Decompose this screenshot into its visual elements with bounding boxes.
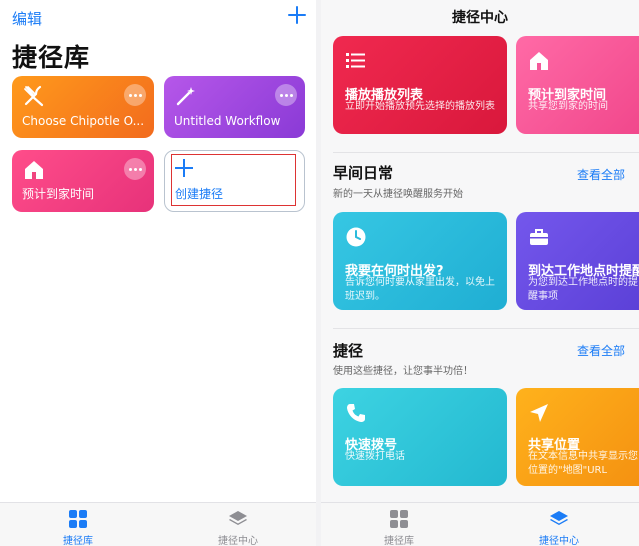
shortcut-card-chipotle[interactable]: Choose Chipotle O... — [12, 76, 154, 138]
page-title: 捷径库 — [12, 43, 91, 72]
gallery-card-play-playlist[interactable]: 播放播放列表 立即开始播放预先选择的播放列表 — [333, 36, 507, 134]
section-title: 捷径 — [333, 342, 364, 360]
section-subtitle: 新的一天从捷径唤醒服务开始 — [333, 189, 463, 200]
tab-bar: 捷径库 捷径中心 — [321, 502, 639, 546]
gallery-card-description: 共享您到家的时间 — [528, 101, 608, 112]
gallery-card-description: 告诉您何时要从家里出发，以免上班迟到。 — [345, 277, 495, 302]
gallery-card-description: 在文本信息中共享显示您位置的"地图"URL — [528, 451, 638, 476]
phone-icon — [347, 404, 365, 422]
tab-library[interactable]: 捷径库 — [359, 509, 439, 546]
tab-label: 捷径中心 — [539, 536, 579, 546]
layers-icon — [229, 511, 247, 525]
create-shortcut-label: 创建捷径 — [175, 187, 224, 201]
gallery-card-when-to-leave[interactable]: 我要在何时出发? 告诉您何时要从家里出发，以免上班迟到。 — [333, 212, 507, 310]
more-options-button[interactable] — [124, 84, 146, 106]
home-icon — [25, 161, 43, 179]
gallery-card-description: 立即开始播放预先选择的播放列表 — [345, 101, 495, 112]
home-icon — [530, 52, 548, 70]
layers-icon — [550, 511, 568, 525]
tab-label: 捷径中心 — [218, 536, 258, 546]
tab-label: 捷径库 — [384, 536, 414, 546]
shortcut-card-untitled-workflow[interactable]: Untitled Workflow — [164, 76, 305, 138]
briefcase-icon — [530, 229, 548, 245]
gallery-card-arrive-work-reminder[interactable]: 到达工作地点时提醒 为您到达工作地点时的提醒事项 — [516, 212, 639, 310]
tab-gallery[interactable]: 捷径中心 — [198, 509, 278, 546]
gallery-card-share-location[interactable]: 共享位置 在文本信息中共享显示您位置的"地图"URL — [516, 388, 639, 486]
plus-icon — [175, 159, 193, 177]
utensils-icon — [24, 85, 44, 107]
more-options-button[interactable] — [275, 84, 297, 106]
shortcut-card-eta-home[interactable]: 预计到家时间 — [12, 150, 154, 212]
see-all-link[interactable]: 查看全部 — [577, 166, 625, 183]
shortcut-card-title: Choose Chipotle O... — [22, 114, 145, 128]
gallery-card-quick-dial[interactable]: 快速拨号 快速拨打电话 — [333, 388, 507, 486]
tab-bar: 捷径库 捷径中心 — [0, 502, 316, 546]
grid-icon — [390, 510, 408, 528]
page-title: 捷径中心 — [452, 10, 508, 26]
see-all-link[interactable]: 查看全部 — [577, 342, 625, 359]
tab-label: 捷径库 — [63, 536, 93, 546]
location-arrow-icon — [530, 404, 548, 422]
tab-library[interactable]: 捷径库 — [38, 509, 118, 546]
edit-button[interactable]: 编辑 — [12, 8, 42, 29]
magic-wand-icon — [176, 87, 195, 106]
grid-icon — [69, 510, 87, 528]
create-shortcut-card[interactable]: 创建捷径 — [164, 150, 305, 212]
section-title: 早间日常 — [333, 164, 394, 182]
shortcut-card-title: 预计到家时间 — [22, 187, 95, 201]
section-subtitle: 使用这些捷径，让您事半功倍！ — [333, 366, 473, 377]
gallery-card-eta-home[interactable]: 预计到家时间 共享您到家的时间 — [516, 36, 639, 134]
shortcut-card-title: Untitled Workflow — [174, 114, 281, 128]
section-divider — [333, 152, 639, 153]
tab-gallery[interactable]: 捷径中心 — [519, 509, 599, 546]
gallery-card-description: 快速拨打电话 — [345, 451, 405, 462]
gallery-panel: 捷径中心 播放播放列表 立即开始播放预先选择的播放列表 预计到家时间 共享您到家… — [321, 0, 639, 546]
list-icon — [346, 53, 365, 68]
library-panel: 编辑 捷径库 Choose Chipotle O... Untitled Wor… — [0, 0, 316, 546]
gallery-card-description: 为您到达工作地点时的提醒事项 — [528, 277, 638, 302]
clock-icon — [346, 227, 366, 247]
section-divider — [333, 328, 639, 329]
add-shortcut-icon[interactable] — [286, 4, 308, 26]
more-options-button[interactable] — [124, 158, 146, 180]
